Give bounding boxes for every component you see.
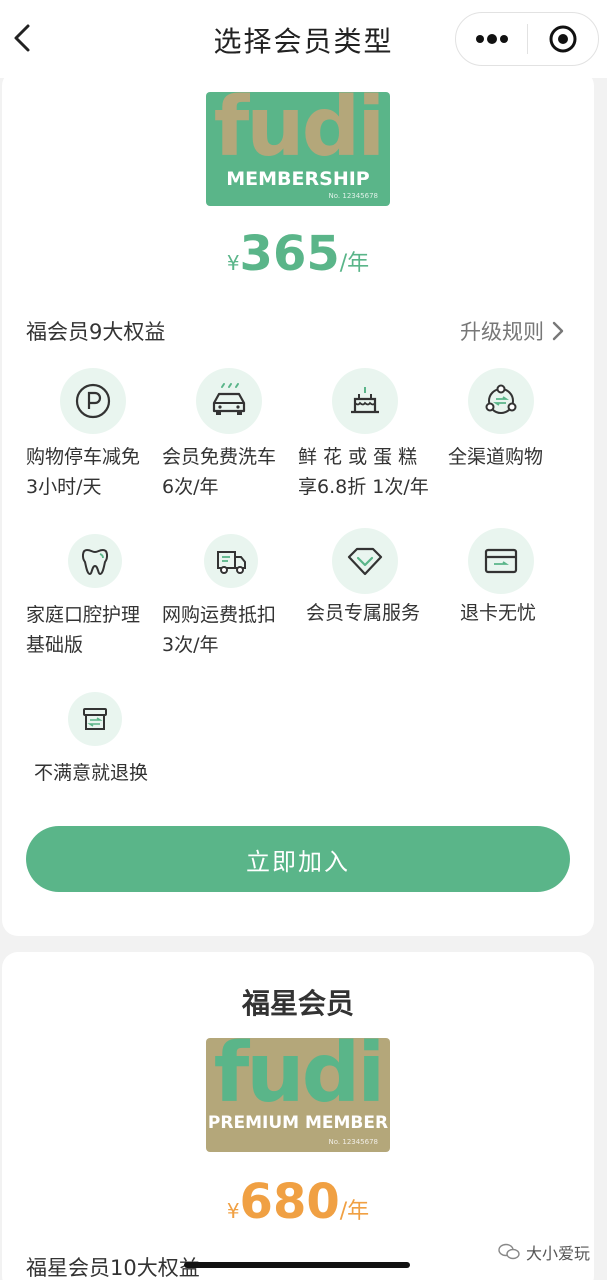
benefit-sublabel: 基础版 — [26, 634, 84, 656]
benefit-icon-wrap — [332, 528, 398, 594]
benefit-dental-care[interactable]: 家庭口腔护理 基础版 — [26, 534, 166, 660]
benefit-exclusive-service[interactable]: 会员专属服务 — [306, 528, 446, 628]
card-logo: fudi — [213, 1038, 386, 1121]
close-mini-program-button[interactable] — [528, 12, 598, 66]
benefit-icon-wrap — [60, 368, 126, 434]
diamond-icon — [347, 547, 383, 576]
benefit-sublabel: 3次/年 — [162, 634, 219, 656]
price-unit: /年 — [339, 1199, 370, 1224]
benefit-sublabel: 3小时/天 — [26, 476, 102, 498]
more-button[interactable] — [456, 12, 527, 66]
card-icon — [484, 548, 518, 574]
benefit-label: 不满意就退换 — [34, 762, 149, 784]
card-number: No. 12345678 — [328, 192, 378, 200]
membership-card-image: fudi PREMIUM MEMBER No. 12345678 — [206, 1038, 390, 1152]
benefit-label: 会员免费洗车 — [162, 446, 277, 468]
benefit-sublabel: 享6.8折 1次/年 — [298, 476, 429, 498]
nav-bar: 选择会员类型 — [0, 0, 607, 78]
benefit-return-exchange[interactable]: 不满意就退换 — [34, 692, 174, 788]
benefit-label: 鲜 花 或 蛋 糕 — [298, 446, 418, 468]
more-dots-icon — [475, 34, 508, 44]
parking-icon — [75, 383, 111, 419]
watermark: 大小爱玩 — [498, 1240, 590, 1264]
card-subtitle: MEMBERSHIP — [226, 168, 370, 190]
benefit-shipping-discount[interactable]: 网购运费抵扣 3次/年 — [162, 534, 302, 660]
price-symbol: ¥ — [226, 1199, 240, 1223]
benefit-icon-wrap — [68, 692, 122, 746]
mini-program-capsule — [455, 12, 599, 66]
benefit-flowers-cake[interactable]: 鲜 花 或 蛋 糕 享6.8折 1次/年 — [298, 368, 438, 502]
benefit-omnichannel[interactable]: 全渠道购物 — [448, 368, 588, 472]
price: ¥365/年 — [2, 226, 594, 282]
exchange-box-icon — [83, 708, 107, 730]
benefit-sublabel: 6次/年 — [162, 476, 219, 498]
price-value: 680 — [239, 1174, 340, 1230]
benefit-car-wash[interactable]: 会员免费洗车 6次/年 — [162, 368, 302, 502]
price-value: 365 — [239, 226, 340, 282]
benefit-icon-wrap — [332, 368, 398, 434]
benefit-icon-wrap — [204, 534, 258, 588]
price-symbol: ¥ — [226, 251, 240, 275]
benefit-label: 退卡无忧 — [460, 602, 537, 624]
benefit-icon-wrap — [196, 368, 262, 434]
upgrade-rules-link[interactable]: 升级规则 — [460, 316, 564, 346]
watermark-text: 大小爱玩 — [526, 1244, 591, 1263]
cake-icon — [351, 387, 379, 414]
delivery-truck-icon — [217, 551, 246, 574]
join-now-button[interactable]: 立即加入 — [26, 826, 570, 892]
benefit-label: 会员专属服务 — [306, 602, 421, 624]
upgrade-rules-label: 升级规则 — [460, 320, 544, 344]
tooth-icon — [81, 548, 109, 576]
card-logo: fudi — [213, 92, 386, 175]
omnichannel-icon — [485, 384, 517, 414]
plan-title: 福星会员 — [241, 987, 354, 1020]
benefit-label: 购物停车减免 — [26, 446, 141, 468]
card-number: No. 12345678 — [328, 1138, 378, 1146]
benefit-label: 全渠道购物 — [448, 446, 544, 468]
target-circle-icon — [549, 25, 577, 53]
benefit-parking[interactable]: 购物停车减免 3小时/天 — [26, 368, 166, 502]
home-indicator[interactable] — [184, 1262, 410, 1268]
benefit-icon-wrap — [468, 368, 534, 434]
car-wash-icon — [212, 383, 246, 415]
price-unit: /年 — [339, 251, 370, 276]
benefit-refund-card[interactable]: 退卡无忧 — [460, 528, 600, 628]
plan-card-premium: 福星会员 fudi PREMIUM MEMBER No. 12345678 ¥6… — [2, 952, 594, 1280]
plan-card-basic: fudi MEMBERSHIP No. 12345678 ¥365/年 福会员9… — [2, 70, 594, 936]
wechat-icon — [498, 1243, 520, 1260]
benefit-icon-wrap — [68, 534, 122, 588]
chevron-right-icon — [552, 321, 564, 341]
benefit-icon-wrap — [468, 528, 534, 594]
benefit-label: 网购运费抵扣 — [162, 604, 277, 626]
card-subtitle: PREMIUM MEMBER — [207, 1113, 389, 1133]
price: ¥680/年 — [2, 1174, 594, 1230]
membership-card-image: fudi MEMBERSHIP No. 12345678 — [206, 92, 390, 206]
benefits-title: 福会员9大权益 — [26, 320, 166, 344]
benefit-label: 家庭口腔护理 — [26, 604, 141, 626]
benefits-title: 福星会员10大权益 — [26, 1256, 200, 1280]
